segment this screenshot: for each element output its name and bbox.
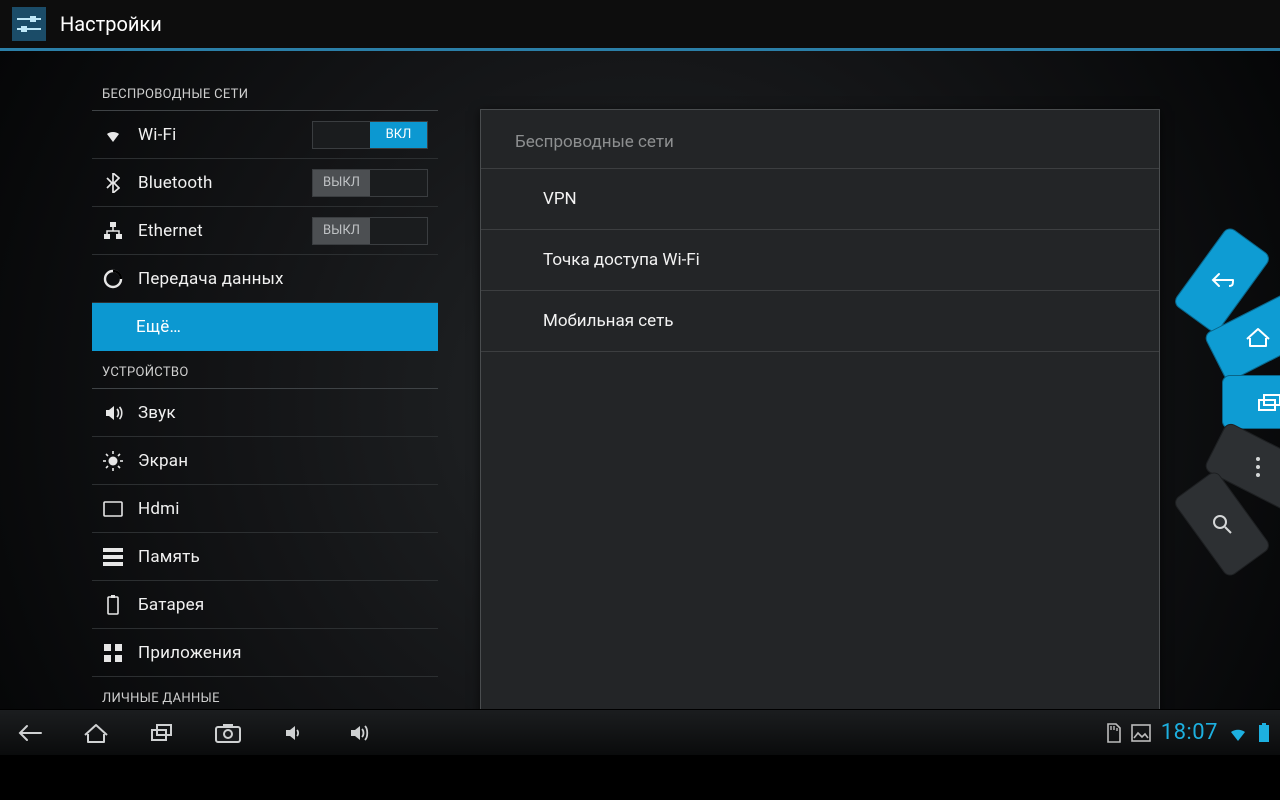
row-storage-label: Память [138, 547, 200, 567]
system-nav [10, 713, 380, 753]
ethernet-icon [102, 222, 124, 240]
detail-panel: Беспроводные сети VPN Точка доступа Wi-F… [480, 109, 1160, 755]
switch-bluetooth[interactable]: ВЫКЛ [312, 169, 428, 197]
row-battery[interactable]: Батарея [92, 581, 438, 629]
wedge-recents-button[interactable] [1222, 375, 1280, 429]
action-bar: Настройки [0, 0, 1280, 48]
row-data-usage-label: Передача данных [138, 269, 284, 289]
row-ethernet-label: Ethernet [138, 221, 203, 241]
section-wireless: БЕСПРОВОДНЫЕ СЕТИ [92, 73, 438, 111]
battery-status-icon [1258, 723, 1270, 743]
nav-back-button[interactable] [10, 713, 50, 753]
row-sound[interactable]: Звук [92, 389, 438, 437]
detail-hotspot[interactable]: Точка доступа Wi-Fi [481, 230, 1159, 291]
row-apps-label: Приложения [138, 643, 242, 663]
row-more[interactable]: Ещё… [92, 303, 438, 351]
battery-icon [102, 595, 124, 615]
row-hdmi-label: Hdmi [138, 499, 180, 519]
row-apps[interactable]: Приложения [92, 629, 438, 677]
row-battery-label: Батарея [138, 595, 204, 615]
bluetooth-icon [102, 173, 124, 193]
row-sound-label: Звук [138, 403, 176, 423]
row-ethernet[interactable]: Ethernet ВЫКЛ [92, 207, 438, 255]
settings-icon [12, 7, 46, 41]
row-hdmi[interactable]: Hdmi [92, 485, 438, 533]
row-display-label: Экран [138, 451, 188, 471]
detail-panel-header: Беспроводные сети [481, 110, 1159, 169]
hdmi-icon [102, 501, 124, 517]
detail-vpn[interactable]: VPN [481, 169, 1159, 230]
sd-card-icon [1105, 723, 1121, 743]
page-title: Настройки [60, 12, 162, 36]
wifi-status-icon [1228, 724, 1248, 742]
system-bar: 18:07 [0, 709, 1280, 755]
row-bluetooth-label: Bluetooth [138, 173, 213, 193]
nav-volume-down-button[interactable] [274, 713, 314, 753]
sound-icon [102, 403, 124, 423]
nav-home-button[interactable] [76, 713, 116, 753]
switch-ethernet[interactable]: ВЫКЛ [312, 217, 428, 245]
status-area[interactable]: 18:07 [1105, 720, 1270, 745]
image-icon [1131, 724, 1151, 742]
clock: 18:07 [1161, 720, 1218, 745]
storage-icon [102, 548, 124, 566]
row-wifi-label: Wi-Fi [138, 125, 176, 145]
row-more-label: Ещё… [136, 317, 181, 337]
settings-sidebar: БЕСПРОВОДНЫЕ СЕТИ Wi-Fi ВКЛ Bluetooth ВЫ… [92, 73, 438, 753]
nav-recents-button[interactable] [142, 713, 182, 753]
data-usage-icon [102, 269, 124, 289]
row-data-usage[interactable]: Передача данных [92, 255, 438, 303]
section-device: УСТРОЙСТВО [92, 351, 438, 389]
nav-screenshot-button[interactable] [208, 713, 248, 753]
sliders-icon [16, 14, 42, 34]
switch-wifi[interactable]: ВКЛ [312, 121, 428, 149]
wifi-icon [102, 125, 124, 145]
workspace: БЕСПРОВОДНЫЕ СЕТИ Wi-Fi ВКЛ Bluetooth ВЫ… [0, 51, 1280, 755]
row-bluetooth[interactable]: Bluetooth ВЫКЛ [92, 159, 438, 207]
row-display[interactable]: Экран [92, 437, 438, 485]
row-wifi[interactable]: Wi-Fi ВКЛ [92, 111, 438, 159]
display-icon [102, 451, 124, 471]
row-storage[interactable]: Память [92, 533, 438, 581]
detail-mobile[interactable]: Мобильная сеть [481, 291, 1159, 352]
nav-volume-up-button[interactable] [340, 713, 380, 753]
apps-icon [102, 643, 124, 663]
